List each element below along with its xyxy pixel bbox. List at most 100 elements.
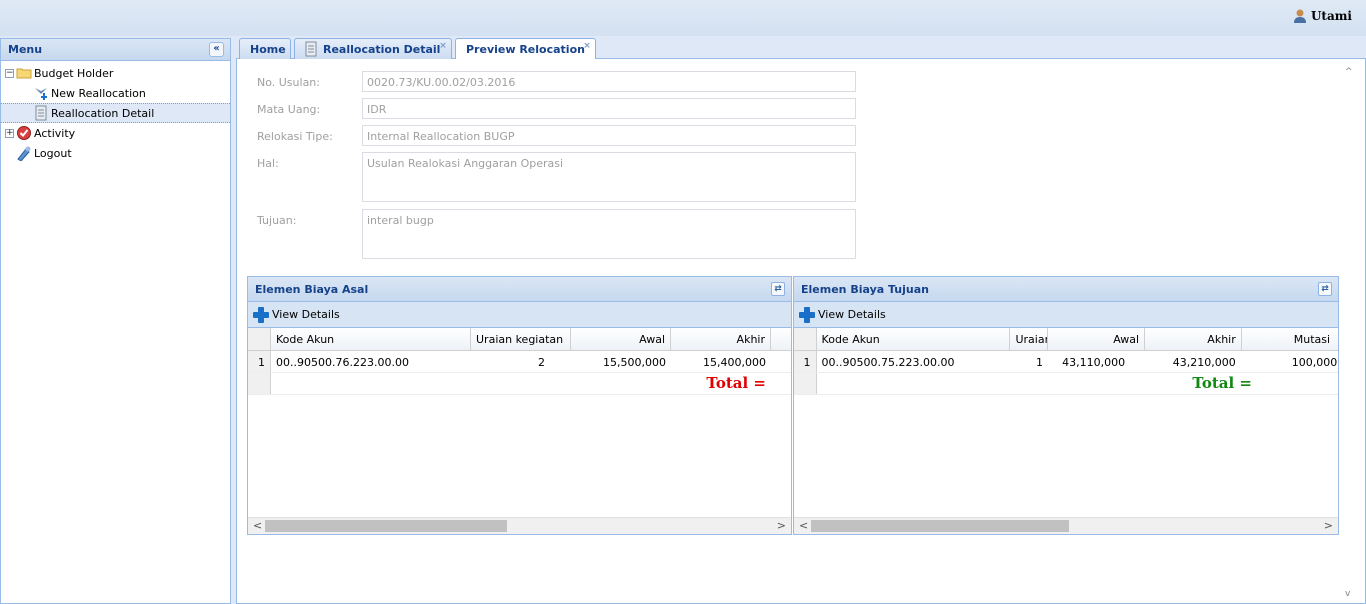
scroll-right-icon[interactable]: > (1324, 519, 1333, 532)
tab-home[interactable]: Home (239, 38, 291, 59)
total-row: Total = (794, 373, 1338, 395)
cell-kode-akun: 00..90500.76.223.00.00 (276, 356, 409, 369)
add-icon[interactable] (253, 306, 269, 323)
column-header[interactable]: Mutasi (1242, 328, 1338, 350)
column-header[interactable]: Awal (1048, 328, 1146, 350)
close-tab-icon[interactable]: × (438, 42, 448, 52)
grid-header: Elemen Biaya Tujuan ⇄ (794, 277, 1338, 302)
cell-kode-akun: 00..90500.75.223.00.00 (821, 356, 955, 369)
no-usulan-field[interactable]: 0020.73/KU.00.02/03.2016 (362, 71, 856, 92)
column-header[interactable]: Uraian kegiatan (471, 328, 571, 350)
relokasi-tipe-label: Relokasi Tipe: (257, 130, 333, 143)
add-icon[interactable] (799, 306, 815, 323)
main-content: No. Usulan: 0020.73/KU.00.02/03.2016 Mat… (236, 59, 1366, 604)
new-document-icon (33, 85, 49, 101)
tree-item-logout[interactable]: Logout (1, 143, 230, 163)
row-number: 1 (794, 351, 817, 372)
column-header[interactable]: Uraian (1010, 328, 1049, 350)
row-number: 1 (248, 351, 271, 372)
cell-awal: 43,110,000 (1062, 356, 1126, 369)
hal-label: Hal: (257, 157, 279, 170)
grid-header: Elemen Biaya Asal ⇄ (248, 277, 791, 302)
user-info[interactable]: Utami (1293, 8, 1352, 24)
grid-title: Elemen Biaya Asal (255, 283, 369, 296)
grid-title: Elemen Biaya Tujuan (801, 283, 929, 296)
grid-toolbar: View Details (794, 302, 1338, 328)
total-label: Total = (1192, 374, 1252, 392)
scroll-up-icon[interactable]: ^ (1345, 67, 1353, 77)
collapse-expander-icon[interactable]: − (5, 68, 14, 78)
grid-elemen-biaya-asal: Elemen Biaya Asal ⇄ View Details Kode Ak… (247, 276, 792, 535)
main-vertical-scrollbar[interactable]: ^ v (1343, 67, 1357, 599)
tab-label: Reallocation Detail (323, 43, 441, 56)
expand-expander-icon[interactable]: + (5, 128, 14, 138)
column-header[interactable]: Kode Akun (271, 328, 471, 350)
menu-header: Menu « (1, 39, 230, 61)
view-details-button[interactable]: View Details (272, 308, 340, 321)
cell-mutasi: 100,000 (1291, 356, 1338, 369)
hal-field[interactable]: Usulan Realokasi Anggaran Operasi (362, 152, 856, 202)
no-usulan-label: No. Usulan: (257, 76, 320, 89)
cell-akhir: 15,400,000 (703, 356, 766, 369)
row-number-header (248, 328, 271, 350)
collapse-menu-button[interactable]: « (209, 42, 224, 57)
tab-label: Preview Relocation (466, 43, 585, 56)
tujuan-field[interactable]: interal bugp (362, 209, 856, 259)
total-row: Total = (248, 373, 791, 395)
horizontal-scrollbar[interactable]: < > (794, 517, 1338, 534)
scrollbar-thumb[interactable] (811, 520, 1069, 532)
column-header[interactable]: Akhir (1145, 328, 1242, 350)
column-header[interactable]: Awal (571, 328, 671, 350)
folder-icon (16, 65, 32, 81)
tab-preview-relocation[interactable]: Preview Relocation × (455, 38, 596, 60)
refresh-icon[interactable]: ⇄ (1318, 282, 1332, 296)
logout-icon (16, 145, 32, 162)
tree-item-label: Budget Holder (34, 66, 114, 80)
tree-item-label: Logout (34, 146, 72, 160)
menu-panel: Menu « − Budget Holder New Reallocation … (0, 38, 231, 604)
user-icon (1293, 8, 1307, 24)
mata-uang-field[interactable]: IDR (362, 98, 856, 119)
scroll-right-icon[interactable]: > (777, 519, 786, 532)
data-table: Kode Akun Uraian kegiatan Awal Akhir 1 0… (248, 328, 791, 395)
view-details-button[interactable]: View Details (818, 308, 886, 321)
grid-toolbar: View Details (248, 302, 791, 328)
table-row[interactable]: 1 00..90500.76.223.00.00 2 15,500,000 15… (248, 351, 791, 373)
cell-awal: 15,500,000 (603, 356, 666, 369)
tree-item-label: New Reallocation (51, 86, 146, 100)
tree-item-label: Activity (34, 126, 76, 140)
column-header[interactable]: Akhir (671, 328, 771, 350)
table-header: Kode Akun Uraian Awal Akhir Mutasi (794, 328, 1338, 351)
mata-uang-label: Mata Uang: (257, 103, 321, 116)
scroll-left-icon[interactable]: < (799, 519, 808, 532)
tab-strip: Home Reallocation Detail × Preview Reloc… (236, 36, 1366, 60)
cell-uraian: 1 (1036, 356, 1044, 369)
column-header[interactable]: Kode Akun (817, 328, 1011, 350)
data-table: Kode Akun Uraian Awal Akhir Mutasi 1 00.… (794, 328, 1338, 395)
table-row[interactable]: 1 00..90500.75.223.00.00 1 43,110,000 43… (794, 351, 1338, 373)
row-number (248, 373, 271, 394)
tree-item-new-reallocation[interactable]: New Reallocation (1, 83, 230, 103)
tree-item-activity[interactable]: + Activity (1, 123, 230, 143)
tab-label: Home (250, 43, 286, 56)
user-name: Utami (1310, 9, 1352, 23)
scroll-down-icon[interactable]: v (1345, 589, 1350, 599)
close-tab-icon[interactable]: × (582, 42, 592, 52)
tab-reallocation-detail[interactable]: Reallocation Detail × (294, 38, 452, 59)
relokasi-tipe-field[interactable]: Internal Reallocation BUGP (362, 125, 856, 146)
row-number-header (794, 328, 817, 350)
scroll-left-icon[interactable]: < (253, 519, 262, 532)
tree-item-reallocation-detail[interactable]: Reallocation Detail (1, 103, 230, 123)
activity-icon (16, 125, 32, 141)
horizontal-scrollbar[interactable]: < > (248, 517, 791, 534)
cell-uraian: 2 (538, 356, 545, 369)
tujuan-label: Tujuan: (257, 214, 297, 227)
document-list-icon (33, 105, 49, 121)
total-label: Total = (706, 374, 766, 392)
row-number (794, 373, 817, 394)
grid-elemen-biaya-tujuan: Elemen Biaya Tujuan ⇄ View Details Kode … (793, 276, 1339, 535)
menu-title: Menu (8, 43, 43, 56)
tree-item-budget-holder[interactable]: − Budget Holder (1, 63, 230, 83)
scrollbar-thumb[interactable] (265, 520, 507, 532)
refresh-icon[interactable]: ⇄ (771, 282, 785, 296)
